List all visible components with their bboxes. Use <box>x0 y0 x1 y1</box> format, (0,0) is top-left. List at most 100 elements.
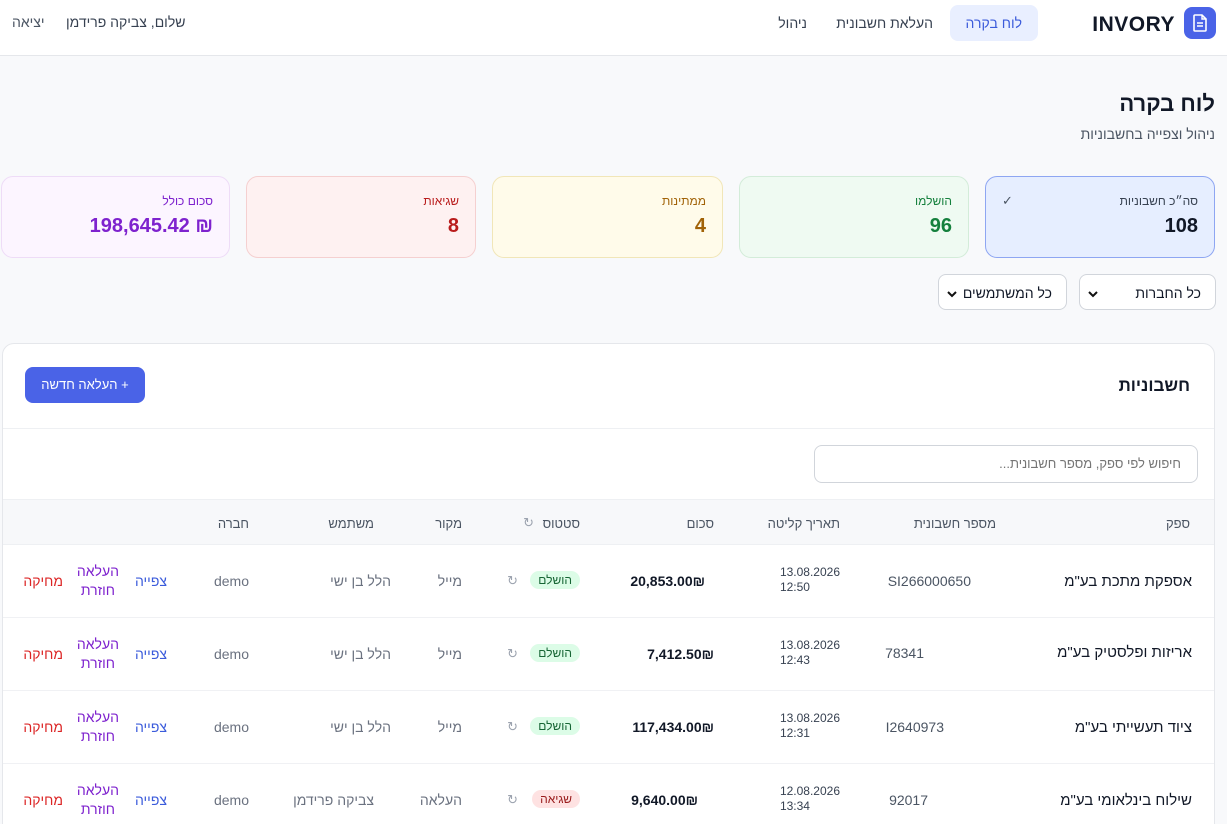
date-received: 13.08.2026 12:31 <box>780 711 840 741</box>
stat-total-amount[interactable]: סכום כולל ₪ 198,645.42 <box>1 176 230 258</box>
table-row[interactable]: ציוד תעשייתי בע"מ I2640973 13.08.2026 12:… <box>3 691 1214 764</box>
company-filter-select[interactable]: כל החברות <box>1079 274 1216 310</box>
vendor-name: אספקת מתכת בע"מ <box>1064 573 1192 590</box>
logout-link[interactable]: יציאה <box>12 14 45 30</box>
view-link[interactable]: צפייה <box>135 792 167 808</box>
check-icon: ✓ <box>1002 193 1013 208</box>
new-upload-button[interactable]: + העלאה חדשה <box>25 367 145 403</box>
time: 12:31 <box>779 726 810 740</box>
chevron-down-icon <box>1088 286 1098 302</box>
source: מייל <box>437 646 462 662</box>
stat-label: ממתינות <box>662 194 706 208</box>
delete-link[interactable]: מחיקה <box>23 573 63 589</box>
invoices-title: חשבוניות <box>1118 376 1190 395</box>
view-link[interactable]: צפייה <box>135 646 167 662</box>
stat-pending[interactable]: ממתינות 4 <box>492 176 723 258</box>
chevron-down-icon <box>947 286 957 302</box>
source: מייל <box>437 573 462 589</box>
stat-label: שגיאות <box>423 194 459 208</box>
reupload-label: העלאה <box>76 636 119 652</box>
col-vendor[interactable]: ספק <box>1166 516 1190 531</box>
nav-upload-invoice[interactable]: העלאת חשבונית <box>820 5 949 41</box>
reupload-label: העלאה <box>76 782 119 798</box>
table-row[interactable]: אספקת מתכת בע"מ SI266000650 13.08.2026 12… <box>3 545 1214 618</box>
col-company[interactable]: חברה <box>218 516 249 531</box>
user: הלל בן ישי <box>330 719 391 735</box>
time: 12:50 <box>779 580 810 594</box>
invoice-number: SI266000650 <box>887 573 971 589</box>
top-navigation: INVORY לוח בקרה העלאת חשבונית ניהול שלום… <box>0 0 1227 56</box>
stat-label: סכום כולל <box>162 194 213 208</box>
user-filter-select[interactable]: כל המשתמשים <box>938 274 1067 310</box>
reupload-label: חוזרת <box>80 728 115 744</box>
select-value: כל המשתמשים <box>962 285 1052 301</box>
vendor-name: ציוד תעשייתי בע"מ <box>1074 719 1192 736</box>
user: צביקה פרידמן <box>293 792 374 808</box>
stat-total-invoices[interactable]: סה״כ חשבוניות 108 ✓ <box>985 176 1215 258</box>
reupload-label: חוזרת <box>80 655 115 671</box>
page-subtitle: ניהול וצפייה בחשבוניות <box>1080 126 1215 142</box>
date-received: 13.08.2026 12:43 <box>780 638 840 668</box>
invoice-number: I2640973 <box>885 719 944 735</box>
invoices-card: חשבוניות + העלאה חדשה ספק מספר חשבונית ת… <box>2 343 1215 824</box>
vendor-name: שילוח בינלאומי בע"מ <box>1060 792 1192 809</box>
col-user[interactable]: משתמש <box>328 516 374 531</box>
date: 13.08.2026 <box>779 638 840 652</box>
search-input[interactable] <box>814 445 1198 483</box>
date: 12.08.2026 <box>779 784 840 798</box>
select-value: כל החברות <box>1135 285 1201 301</box>
time: 12:43 <box>779 653 810 667</box>
user: הלל בן ישי <box>330 573 391 589</box>
delete-link[interactable]: מחיקה <box>23 792 63 808</box>
brand-name[interactable]: INVORY <box>1092 13 1175 37</box>
company: demo <box>213 573 249 589</box>
status-badge: הושלם <box>530 644 580 662</box>
table-header: ספק מספר חשבונית תאריך קליטה סכום סטטוס … <box>3 499 1214 545</box>
reupload-label: חוזרת <box>80 582 115 598</box>
vendor-name: אריזות ופלסטיק בע"מ <box>1057 644 1192 661</box>
view-link[interactable]: צפייה <box>135 719 167 735</box>
stat-value: 4 <box>694 215 706 237</box>
date: 13.08.2026 <box>779 565 840 579</box>
col-date[interactable]: תאריך קליטה <box>768 516 840 531</box>
col-amount[interactable]: סכום <box>687 516 714 531</box>
refresh-icon[interactable]: ↻ <box>507 792 518 808</box>
stat-value: 8 <box>447 215 459 237</box>
col-source[interactable]: מקור <box>435 516 462 531</box>
amount: 117,434.00₪ <box>632 719 714 735</box>
reupload-label: חוזרת <box>80 801 115 817</box>
company: demo <box>213 719 249 735</box>
date: 13.08.2026 <box>779 711 840 725</box>
refresh-icon[interactable]: ↻ <box>507 646 518 662</box>
source: העלאה <box>419 792 462 808</box>
refresh-icon[interactable]: ↻ <box>507 573 518 589</box>
reupload-link[interactable]: העלאה חוזרת <box>77 635 119 673</box>
time: 13:34 <box>779 799 810 813</box>
table-row[interactable]: שילוח בינלאומי בע"מ 92017 12.08.2026 13:3… <box>3 764 1214 824</box>
company: demo <box>213 792 249 808</box>
user-greeting: שלום, צביקה פרידמן <box>66 14 186 30</box>
reupload-link[interactable]: העלאה חוזרת <box>77 708 119 746</box>
invoice-number: 92017 <box>889 792 928 808</box>
table-row[interactable]: אריזות ופלסטיק בע"מ 78341 13.08.2026 12:4… <box>3 618 1214 691</box>
stat-value: 108 <box>1164 215 1198 237</box>
refresh-icon[interactable]: ↻ <box>507 719 518 735</box>
status-badge: הושלם <box>530 717 580 735</box>
date-received: 13.08.2026 12:50 <box>780 565 840 595</box>
stat-label: הושלמו <box>915 194 952 208</box>
refresh-icon[interactable]: ↻ <box>523 515 534 531</box>
delete-link[interactable]: מחיקה <box>23 719 63 735</box>
reupload-link[interactable]: העלאה חוזרת <box>77 562 119 600</box>
reupload-link[interactable]: העלאה חוזרת <box>77 781 119 819</box>
delete-link[interactable]: מחיקה <box>23 646 63 662</box>
nav-admin[interactable]: ניהול <box>762 5 823 41</box>
stat-completed[interactable]: הושלמו 96 <box>739 176 969 258</box>
amount: 20,853.00₪ <box>630 573 705 589</box>
amount: 7,412.50₪ <box>647 646 714 662</box>
stat-errors[interactable]: שגיאות 8 <box>246 176 476 258</box>
nav-dashboard[interactable]: לוח בקרה <box>949 5 1038 41</box>
document-icon[interactable] <box>1184 7 1216 39</box>
col-invoice-number[interactable]: מספר חשבונית <box>914 516 996 531</box>
col-status[interactable]: סטטוס <box>543 516 580 531</box>
view-link[interactable]: צפייה <box>135 573 167 589</box>
